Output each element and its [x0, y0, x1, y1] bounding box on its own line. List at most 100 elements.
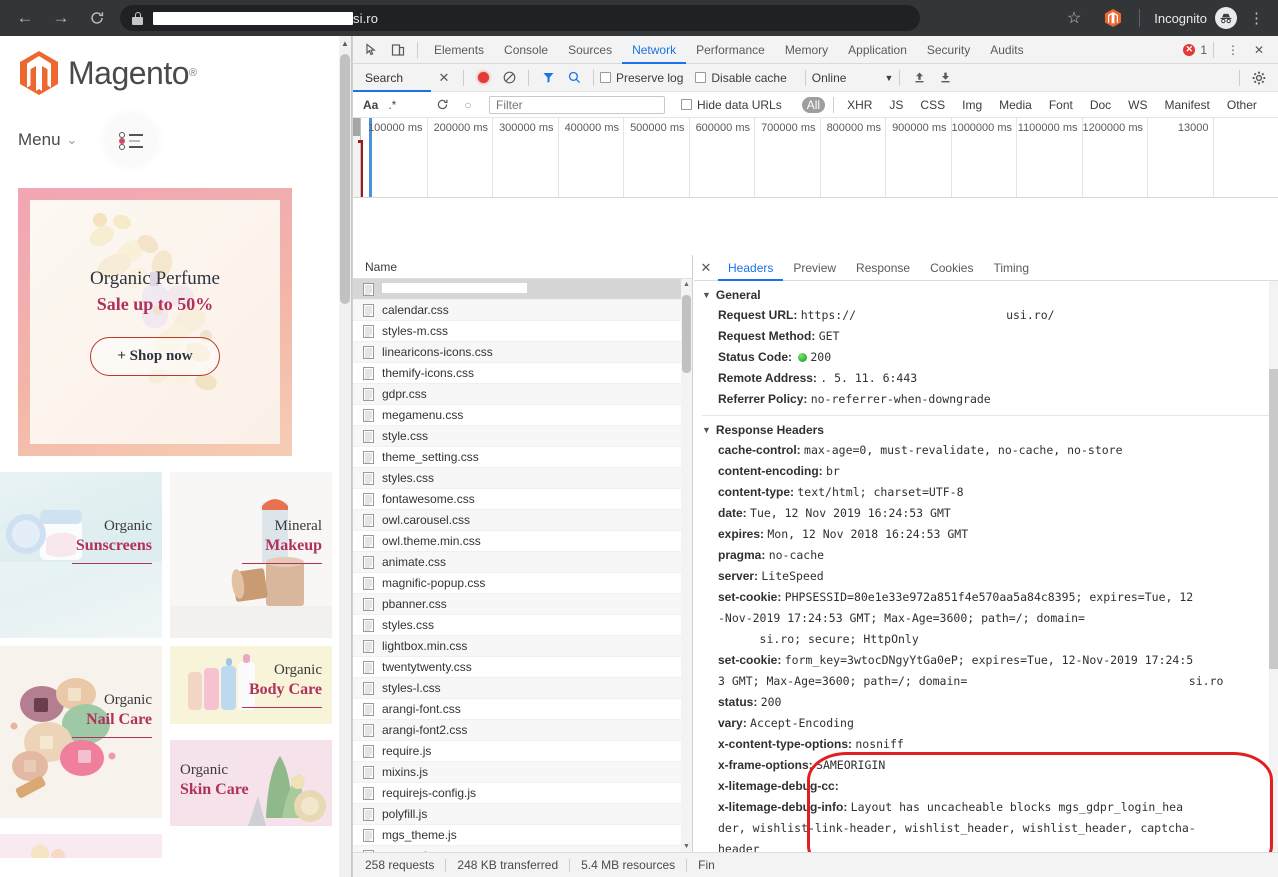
request-row[interactable]: mixins.js	[353, 762, 692, 783]
request-row[interactable]: calendar.css	[353, 300, 692, 321]
requests-column-header[interactable]: Name	[353, 255, 692, 279]
request-row[interactable]: linearicons-icons.css	[353, 342, 692, 363]
detail-tab-cookies[interactable]: Cookies	[920, 255, 983, 281]
request-row[interactable]: arangi-font2.css	[353, 720, 692, 741]
tab-network[interactable]: Network	[622, 36, 686, 64]
refresh-icon[interactable]	[429, 93, 455, 117]
request-row[interactable]: owl.carousel.css	[353, 510, 692, 531]
kebab-menu-icon[interactable]: ⋮	[1249, 11, 1264, 26]
search-icon[interactable]	[561, 66, 587, 90]
shop-now-button[interactable]: + Shop now	[90, 337, 220, 376]
incognito-icon[interactable]	[1215, 7, 1237, 29]
search-close-icon[interactable]: ✕	[431, 70, 457, 86]
devtools-kebab-menu-icon[interactable]: ⋮	[1220, 38, 1246, 62]
category-tile-extra[interactable]	[0, 834, 162, 858]
magento-extension-icon[interactable]	[1103, 8, 1123, 28]
tab-elements[interactable]: Elements	[424, 36, 494, 64]
request-row[interactable]: pbanner.css	[353, 594, 692, 615]
disable-cache-checkbox[interactable]	[695, 72, 707, 83]
tab-sources[interactable]: Sources	[558, 36, 622, 64]
headers-content[interactable]: ▼ General Request URL: https:// usi.ro/Req…	[694, 281, 1278, 852]
detail-tab-headers[interactable]: Headers	[718, 255, 783, 281]
detail-close-icon[interactable]: ✕	[694, 260, 718, 276]
gear-icon[interactable]	[1246, 66, 1272, 90]
request-row[interactable]: owl.theme.min.css	[353, 531, 692, 552]
filter-input[interactable]	[489, 95, 665, 114]
promo-banner[interactable]: Organic Perfume Sale up to 50% + Shop no…	[0, 164, 340, 472]
type-filter-all[interactable]: All	[801, 96, 826, 113]
devtools-close-icon[interactable]: ✕	[1246, 38, 1272, 62]
detail-tab-response[interactable]: Response	[846, 255, 920, 281]
scroll-up-arrow-icon[interactable]: ▲	[340, 39, 350, 48]
type-filter-img[interactable]: Img	[957, 97, 987, 113]
request-row[interactable]: styles-m.css	[353, 321, 692, 342]
record-button-icon[interactable]	[470, 66, 496, 90]
type-filter-xhr[interactable]: XHR	[842, 97, 877, 113]
search-tab[interactable]: Search	[353, 64, 431, 92]
hide-data-urls-toggle[interactable]: Hide data URLs	[681, 98, 782, 112]
menu-button-label[interactable]: Menu	[18, 130, 61, 150]
category-tile-sunscreens[interactable]: Organic Sunscreens	[0, 472, 162, 638]
type-filter-doc[interactable]: Doc	[1085, 97, 1116, 113]
scroll-down-arrow-icon[interactable]: ▼	[681, 843, 692, 850]
detail-tab-timing[interactable]: Timing	[983, 255, 1039, 281]
type-filter-media[interactable]: Media	[994, 97, 1037, 113]
tab-application[interactable]: Application	[838, 36, 917, 64]
throttling-select[interactable]: Online ▼	[812, 71, 894, 85]
request-row[interactable]: megamenu.css	[353, 405, 692, 426]
request-row[interactable]: require.js	[353, 741, 692, 762]
request-row[interactable]: style.css	[353, 426, 692, 447]
request-row[interactable]: arangi-font.css	[353, 699, 692, 720]
category-tile-nail-care[interactable]: Organic Nail Care	[0, 646, 162, 818]
type-filter-font[interactable]: Font	[1044, 97, 1078, 113]
tab-console[interactable]: Console	[494, 36, 558, 64]
request-row[interactable]	[353, 279, 692, 300]
error-count-badge[interactable]: ✕ 1	[1183, 43, 1207, 57]
request-row[interactable]: twentytwenty.css	[353, 657, 692, 678]
reload-icon[interactable]	[82, 3, 112, 33]
detail-scroll-thumb[interactable]	[1269, 369, 1278, 669]
preserve-log-toggle[interactable]: Preserve log	[600, 71, 683, 85]
request-row[interactable]: styles.css	[353, 615, 692, 636]
match-case-button[interactable]: Aa	[363, 98, 378, 112]
network-overview-timeline[interactable]: 100000 ms 200000 ms 300000 ms 400000 ms 5000…	[353, 118, 1278, 198]
category-tile-skin-care[interactable]: Organic Skin Care	[170, 740, 332, 826]
hide-data-urls-checkbox[interactable]	[681, 99, 692, 110]
request-list-scroll-thumb[interactable]	[682, 295, 691, 373]
tab-memory[interactable]: Memory	[775, 36, 838, 64]
import-har-icon[interactable]	[906, 66, 932, 90]
detail-tab-preview[interactable]: Preview	[783, 255, 846, 281]
request-row[interactable]: magnific-popup.css	[353, 573, 692, 594]
general-section-title[interactable]: ▼ General	[694, 285, 1278, 305]
tab-audits[interactable]: Audits	[980, 36, 1033, 64]
inspect-element-icon[interactable]	[359, 38, 385, 62]
chevron-down-icon[interactable]: ▼	[702, 290, 711, 300]
address-bar[interactable]: si.ro	[120, 5, 920, 31]
forward-arrow-icon[interactable]: →	[46, 3, 76, 33]
list-view-toggle[interactable]	[107, 116, 156, 164]
response-headers-section-title[interactable]: ▼ Response Headers	[694, 420, 1278, 440]
overview-scroll-handle[interactable]	[353, 118, 360, 136]
request-row[interactable]: fontawesome.css	[353, 489, 692, 510]
site-logo[interactable]: Magento ®	[18, 50, 322, 96]
scroll-up-arrow-icon[interactable]: ▲	[681, 281, 692, 288]
request-row[interactable]: theme_setting.css	[353, 447, 692, 468]
export-har-icon[interactable]	[932, 66, 958, 90]
request-row[interactable]: lightbox.min.css	[353, 636, 692, 657]
tab-security[interactable]: Security	[917, 36, 980, 64]
request-row[interactable]: requirejs-config.js	[353, 783, 692, 804]
request-list-scrollbar[interactable]: ▲ ▼	[681, 279, 692, 852]
request-row[interactable]: animate.css	[353, 552, 692, 573]
request-row[interactable]: themify-icons.css	[353, 363, 692, 384]
preserve-log-checkbox[interactable]	[600, 72, 611, 83]
request-row[interactable]: gdpr.css	[353, 384, 692, 405]
page-scrollbar[interactable]: ▲	[339, 36, 351, 877]
detail-scrollbar[interactable]	[1269, 281, 1278, 852]
chevron-down-icon[interactable]: ⌄	[67, 132, 78, 148]
category-tile-makeup[interactable]: Mineral Makeup	[170, 472, 332, 638]
chevron-down-icon[interactable]: ▼	[702, 425, 711, 435]
type-filter-manifest[interactable]: Manifest	[1160, 97, 1215, 113]
category-tile-body-care[interactable]: Organic Body Care	[170, 646, 332, 724]
chevron-down-icon[interactable]: ▼	[884, 73, 893, 83]
request-row[interactable]: polyfill.js	[353, 804, 692, 825]
